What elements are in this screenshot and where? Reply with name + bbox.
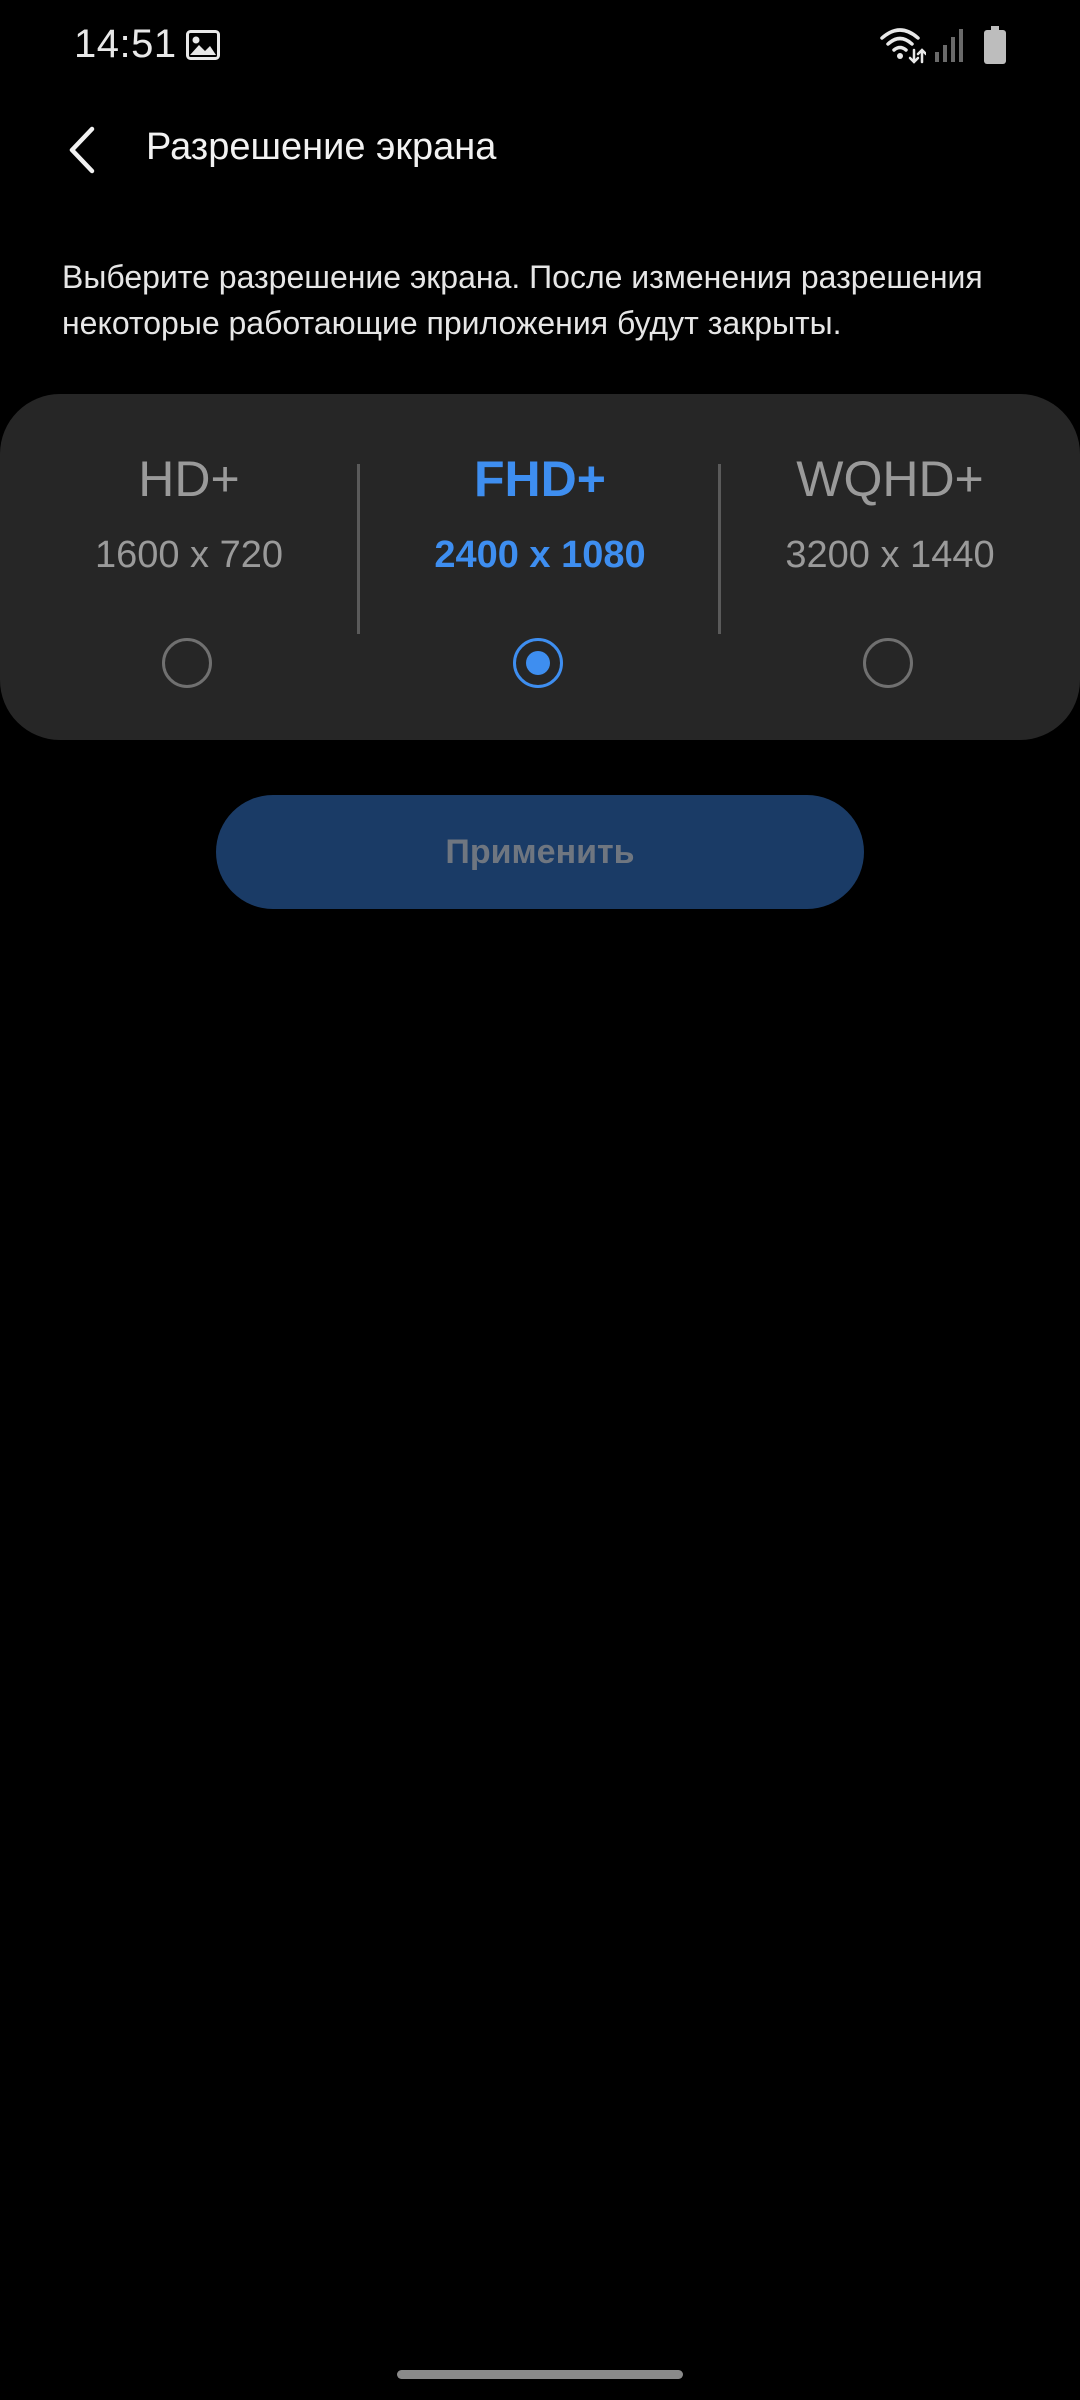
resolution-name: FHD+: [474, 451, 606, 507]
resolution-size: 1600 x 720: [94, 534, 284, 576]
header: Разрешение экрана: [0, 100, 1080, 200]
wifi-icon: [880, 28, 926, 64]
radio-button-hd[interactable]: [162, 638, 212, 688]
gallery-icon: [186, 30, 220, 60]
apply-button[interactable]: Применить: [216, 795, 864, 909]
resolution-size: 3200 x 1440: [785, 534, 995, 576]
apply-button-label: Применить: [445, 832, 635, 871]
resolution-name: HD+: [138, 451, 240, 507]
radio-dot: [526, 651, 550, 675]
description-text: Выберите разрешение экрана. После измене…: [62, 259, 983, 341]
navigation-handle[interactable]: [397, 2370, 683, 2379]
resolution-size: 2400 x 1080: [434, 534, 646, 576]
divider: [357, 464, 360, 634]
back-button[interactable]: [52, 118, 116, 182]
status-time: 14:51: [74, 22, 177, 66]
resolution-option-wqhd[interactable]: WQHD+ 3200 x 1440: [715, 394, 1065, 740]
resolution-option-fhd[interactable]: FHD+ 2400 x 1080: [365, 394, 715, 740]
signal-icon: [935, 29, 963, 62]
radio-button-wqhd[interactable]: [863, 638, 913, 688]
chevron-left-icon: [69, 126, 95, 174]
battery-icon: [984, 26, 1006, 64]
resolution-selector: HD+ 1600 x 720 FHD+ 2400 x 1080 WQHD+ 32…: [0, 394, 1080, 740]
status-bar: 14:51: [0, 0, 1080, 92]
radio-button-fhd[interactable]: [513, 638, 563, 688]
resolution-option-hd[interactable]: HD+ 1600 x 720: [14, 394, 364, 740]
page-title: Разрешение экрана: [146, 126, 497, 168]
resolution-name: WQHD+: [796, 451, 984, 507]
